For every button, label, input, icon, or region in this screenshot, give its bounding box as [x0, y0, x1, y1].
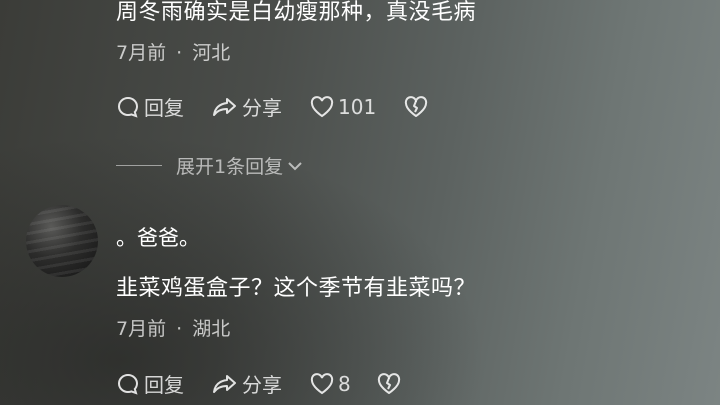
reply-label: 回复 [144, 96, 184, 120]
comment-location: 河北 [192, 42, 231, 64]
speech-bubble-icon [118, 96, 139, 118]
meta-separator: · [176, 318, 183, 340]
comment-text: 周冬雨确实是白幼瘦那种，真没毛病 [116, 0, 477, 25]
share-label: 分享 [242, 96, 282, 120]
heart-icon [310, 372, 334, 394]
share-arrow-icon [213, 97, 236, 116]
broken-heart-icon [405, 95, 428, 117]
heart-icon [310, 95, 334, 117]
share-arrow-icon [213, 374, 236, 393]
like-count: 8 [338, 371, 351, 396]
comment-meta: 7月前 · 河北 [116, 38, 230, 65]
share-label: 分享 [242, 373, 282, 397]
chevron-down-icon [288, 161, 302, 170]
comment-actions: 回复 分享 8 [116, 369, 429, 398]
broken-heart-icon [377, 372, 400, 394]
share-button[interactable]: 分享 [212, 369, 282, 398]
avatar[interactable] [26, 205, 98, 277]
like-button[interactable]: 101 [310, 95, 376, 119]
username[interactable]: 。爸爸。 [116, 222, 200, 252]
dislike-button[interactable] [377, 372, 401, 395]
comment-time: 7月前 [116, 42, 167, 64]
comment-meta: 7月前 · 湖北 [116, 314, 230, 341]
comment-actions: 回复 分享 101 [116, 92, 456, 121]
reply-button[interactable]: 回复 [116, 369, 184, 398]
like-button[interactable]: 8 [310, 372, 351, 396]
share-button[interactable]: 分享 [212, 92, 282, 121]
like-count: 101 [338, 94, 377, 119]
reply-label: 回复 [144, 373, 184, 397]
comment-location: 湖北 [192, 318, 231, 340]
meta-separator: · [176, 42, 183, 64]
speech-bubble-icon [118, 373, 139, 395]
comment-text: 韭菜鸡蛋盒子？这个季节有韭菜吗？ [116, 276, 477, 301]
expand-replies-button[interactable]: 展开1条回复 [116, 152, 303, 179]
expand-replies-label: 展开1条回复 [176, 156, 284, 178]
reply-button[interactable]: 回复 [116, 92, 184, 121]
divider-line [116, 165, 162, 166]
comment-time: 7月前 [116, 318, 167, 340]
dislike-button[interactable] [404, 95, 428, 118]
